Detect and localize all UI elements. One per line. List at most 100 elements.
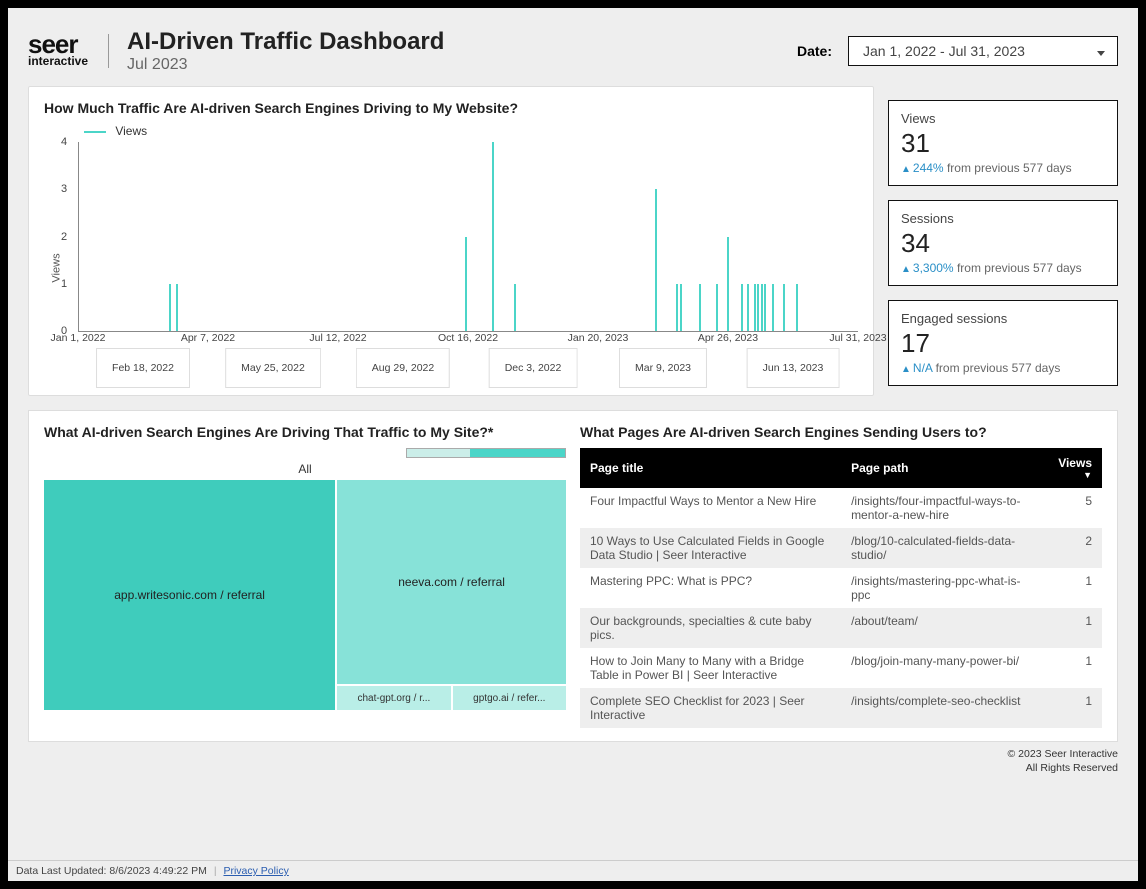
table-header-views[interactable]: Views▼ <box>1048 448 1102 488</box>
chart-bar[interactable] <box>655 189 657 331</box>
chart-bar[interactable] <box>754 284 756 331</box>
up-arrow-icon: ▲ <box>901 264 911 275</box>
chart-plot[interactable]: 01234 <box>78 142 858 332</box>
chart-bar[interactable] <box>764 284 766 331</box>
cell-path: /insights/four-impactful-ways-to-mentor-… <box>841 488 1048 528</box>
logo-sub: interactive <box>28 54 88 68</box>
treemap-cell-chatgpt[interactable]: chat-gpt.org / r... <box>337 686 450 710</box>
treemap-scrollbar[interactable] <box>406 448 566 458</box>
x-tick: Apr 7, 2022 <box>181 332 235 344</box>
y-tick: 2 <box>61 231 67 243</box>
cell-title: How to Join Many to Many with a Bridge T… <box>580 648 841 688</box>
chart-bar[interactable] <box>676 284 678 331</box>
x-tick: Jul 31, 2023 <box>829 332 886 344</box>
cell-path: /blog/10-calculated-fields-data-studio/ <box>841 528 1048 568</box>
treemap-title: What AI-driven Search Engines Are Drivin… <box>44 424 566 440</box>
y-tick: 4 <box>61 136 67 148</box>
legend-swatch <box>84 131 106 133</box>
stat-label: Engaged sessions <box>901 311 1105 326</box>
sort-desc-icon: ▼ <box>1058 470 1092 480</box>
chart-bar[interactable] <box>796 284 798 331</box>
chart-bar[interactable] <box>492 142 494 331</box>
cell-views: 1 <box>1048 648 1102 688</box>
chart-bar[interactable] <box>680 284 682 331</box>
x-tick: Feb 18, 2022 <box>96 348 190 388</box>
cell-views: 1 <box>1048 688 1102 728</box>
cell-title: Four Impactful Ways to Mentor a New Hire <box>580 488 841 528</box>
table-header-path[interactable]: Page path <box>841 448 1048 488</box>
chart-bar[interactable] <box>716 284 718 331</box>
logo-brand: seer <box>28 34 88 55</box>
page-subtitle: Jul 2023 <box>127 56 444 74</box>
table-row[interactable]: Four Impactful Ways to Mentor a New Hire… <box>580 488 1102 528</box>
copyright: © 2023 Seer Interactive All Rights Reser… <box>28 748 1118 775</box>
treemap-chart[interactable]: app.writesonic.com / referral neeva.com … <box>44 480 566 710</box>
x-tick: Jun 13, 2023 <box>747 348 840 388</box>
table-row[interactable]: Complete SEO Checklist for 2023 | Seer I… <box>580 688 1102 728</box>
chart-bar[interactable] <box>465 237 467 332</box>
treemap-breadcrumb[interactable]: All <box>44 458 566 480</box>
table-header-title[interactable]: Page title <box>580 448 841 488</box>
logo: seer interactive <box>28 34 109 69</box>
cell-views: 2 <box>1048 528 1102 568</box>
chart-bar[interactable] <box>772 284 774 331</box>
stat-value: 17 <box>901 328 1105 359</box>
header: seer interactive AI-Driven Traffic Dashb… <box>28 28 1118 74</box>
x-tick: Mar 9, 2023 <box>619 348 707 388</box>
legend-label: Views <box>115 124 147 138</box>
cell-title: Mastering PPC: What is PPC? <box>580 568 841 608</box>
table-title: What Pages Are AI-driven Search Engines … <box>580 424 1102 440</box>
y-tick: 1 <box>61 278 67 290</box>
cell-title: Complete SEO Checklist for 2023 | Seer I… <box>580 688 841 728</box>
chart-bar[interactable] <box>747 284 749 331</box>
table-row[interactable]: 10 Ways to Use Calculated Fields in Goog… <box>580 528 1102 568</box>
date-range-select[interactable]: Jan 1, 2022 - Jul 31, 2023 <box>848 36 1118 66</box>
cell-path: /blog/join-many-many-power-bi/ <box>841 648 1048 688</box>
x-tick: Jan 20, 2023 <box>568 332 629 344</box>
treemap-cell-neeva[interactable]: neeva.com / referral <box>337 480 566 684</box>
y-tick: 3 <box>61 183 67 195</box>
chart-bar[interactable] <box>514 284 516 331</box>
treemap-cell-writesonic[interactable]: app.writesonic.com / referral <box>44 480 335 710</box>
table-row[interactable]: How to Join Many to Many with a Bridge T… <box>580 648 1102 688</box>
cell-path: /about/team/ <box>841 608 1048 648</box>
chart-bar[interactable] <box>757 284 759 331</box>
treemap-panel: What AI-driven Search Engines Are Drivin… <box>44 424 566 728</box>
chart-bar[interactable] <box>727 237 729 332</box>
chart-legend: Views <box>84 124 858 138</box>
cell-views: 1 <box>1048 568 1102 608</box>
table-row[interactable]: Mastering PPC: What is PPC?/insights/mas… <box>580 568 1102 608</box>
x-tick: Jan 1, 2022 <box>51 332 106 344</box>
stats-column: Views31▲244% from previous 577 daysSessi… <box>888 86 1118 396</box>
up-arrow-icon: ▲ <box>901 364 911 375</box>
chart-title: How Much Traffic Are AI-driven Search En… <box>44 100 858 116</box>
privacy-policy-link[interactable]: Privacy Policy <box>223 865 288 877</box>
stat-label: Sessions <box>901 211 1105 226</box>
stat-card: Sessions 34 ▲3,300% from previous 577 days <box>888 200 1118 286</box>
pages-table: Page title Page path Views▼ Four Impactf… <box>580 448 1102 728</box>
chart-bar[interactable] <box>741 284 743 331</box>
x-tick: Apr 26, 2023 <box>698 332 758 344</box>
pages-table-panel: What Pages Are AI-driven Search Engines … <box>580 424 1102 728</box>
up-arrow-icon: ▲ <box>901 164 911 175</box>
x-axis-labels: Jan 1, 2022Apr 7, 2022Jul 12, 2022Oct 16… <box>78 332 858 366</box>
chart-bar[interactable] <box>169 284 171 331</box>
cell-views: 1 <box>1048 608 1102 648</box>
chart-bar[interactable] <box>761 284 763 331</box>
cell-path: /insights/complete-seo-checklist <box>841 688 1048 728</box>
chart-bar[interactable] <box>176 284 178 331</box>
chart-bar[interactable] <box>699 284 701 331</box>
cell-title: 10 Ways to Use Calculated Fields in Goog… <box>580 528 841 568</box>
stat-delta: ▲N/A from previous 577 days <box>901 361 1105 375</box>
cell-views: 5 <box>1048 488 1102 528</box>
table-row[interactable]: Our backgrounds, specialties & cute baby… <box>580 608 1102 648</box>
stat-delta: ▲3,300% from previous 577 days <box>901 261 1105 275</box>
x-tick: Dec 3, 2022 <box>489 348 578 388</box>
stat-value: 34 <box>901 228 1105 259</box>
cell-path: /insights/mastering-ppc-what-is-ppc <box>841 568 1048 608</box>
x-tick: Oct 16, 2022 <box>438 332 498 344</box>
traffic-chart-panel: How Much Traffic Are AI-driven Search En… <box>28 86 874 396</box>
chart-bar[interactable] <box>783 284 785 331</box>
x-tick: Jul 12, 2022 <box>309 332 366 344</box>
treemap-cell-gptgo[interactable]: gptgo.ai / refer... <box>453 686 566 710</box>
